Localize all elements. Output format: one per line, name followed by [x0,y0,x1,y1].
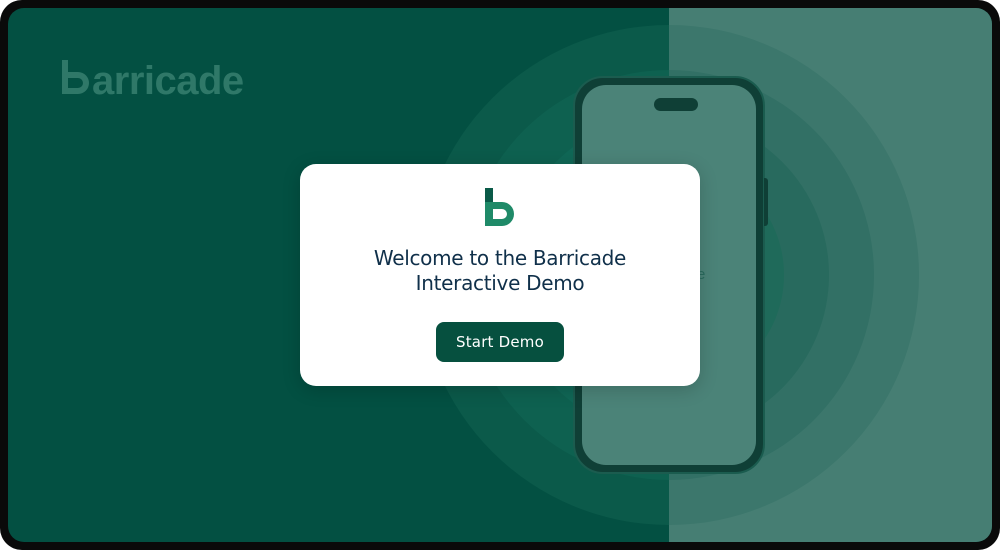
barricade-logo: arricade [62,60,244,101]
b-logo-icon [62,60,90,101]
barricade-b-icon [485,188,515,226]
logo-wordmark: arricade [92,59,244,103]
welcome-modal: Welcome to the Barricade Interactive Dem… [300,164,700,386]
window-frame: arricade e Welcome to the Barricade Inte… [0,0,1000,550]
demo-stage: arricade e Welcome to the Barricade Inte… [8,8,992,542]
phone-notch [654,98,698,111]
phone-side-button [764,178,768,226]
start-demo-button[interactable]: Start Demo [436,322,564,362]
welcome-title: Welcome to the Barricade Interactive Dem… [373,246,627,295]
